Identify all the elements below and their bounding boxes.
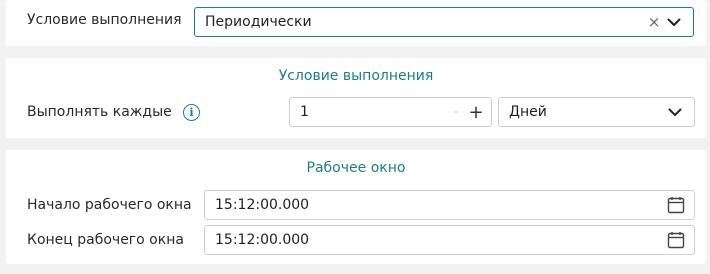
window-section-title: Рабочее окно (306, 160, 406, 176)
repeat-count-stepper[interactable]: 1 - + (289, 97, 492, 127)
window-end-input[interactable]: 15:12:00.000 (204, 225, 695, 255)
repeat-unit-select[interactable]: Дней (498, 97, 695, 127)
chevron-down-icon[interactable] (664, 101, 686, 123)
window-start-label: Начало рабочего окна (27, 197, 192, 213)
decrement-button[interactable]: - (447, 104, 465, 120)
repeat-count-value[interactable]: 1 (290, 104, 447, 120)
repeat-unit-value: Дней (509, 104, 547, 120)
calendar-icon[interactable] (666, 230, 686, 250)
execution-condition-select[interactable]: Периодически × (194, 7, 694, 37)
period-condition-card: Условие выполнения Выполнять каждые i 1 … (6, 58, 706, 138)
calendar-icon[interactable] (666, 195, 686, 215)
chevron-down-icon[interactable] (663, 11, 685, 33)
execution-condition-value: Периодически (205, 14, 312, 30)
window-start-input[interactable]: 15:12:00.000 (204, 190, 695, 220)
window-end-label: Конец рабочего окна (27, 232, 184, 248)
execution-condition-card: Условие выполнения Периодически × (6, 0, 706, 46)
working-window-card: Рабочее окно Начало рабочего окна 15:12:… (6, 150, 706, 264)
info-icon[interactable]: i (183, 104, 200, 121)
increment-button[interactable]: + (465, 102, 487, 123)
close-icon[interactable]: × (645, 13, 663, 31)
window-end-value[interactable]: 15:12:00.000 (205, 232, 666, 248)
period-section-title: Условие выполнения (278, 68, 434, 84)
execution-condition-label: Условие выполнения (27, 12, 182, 28)
repeat-every-label: Выполнять каждые (27, 104, 172, 120)
window-start-value[interactable]: 15:12:00.000 (205, 197, 666, 213)
